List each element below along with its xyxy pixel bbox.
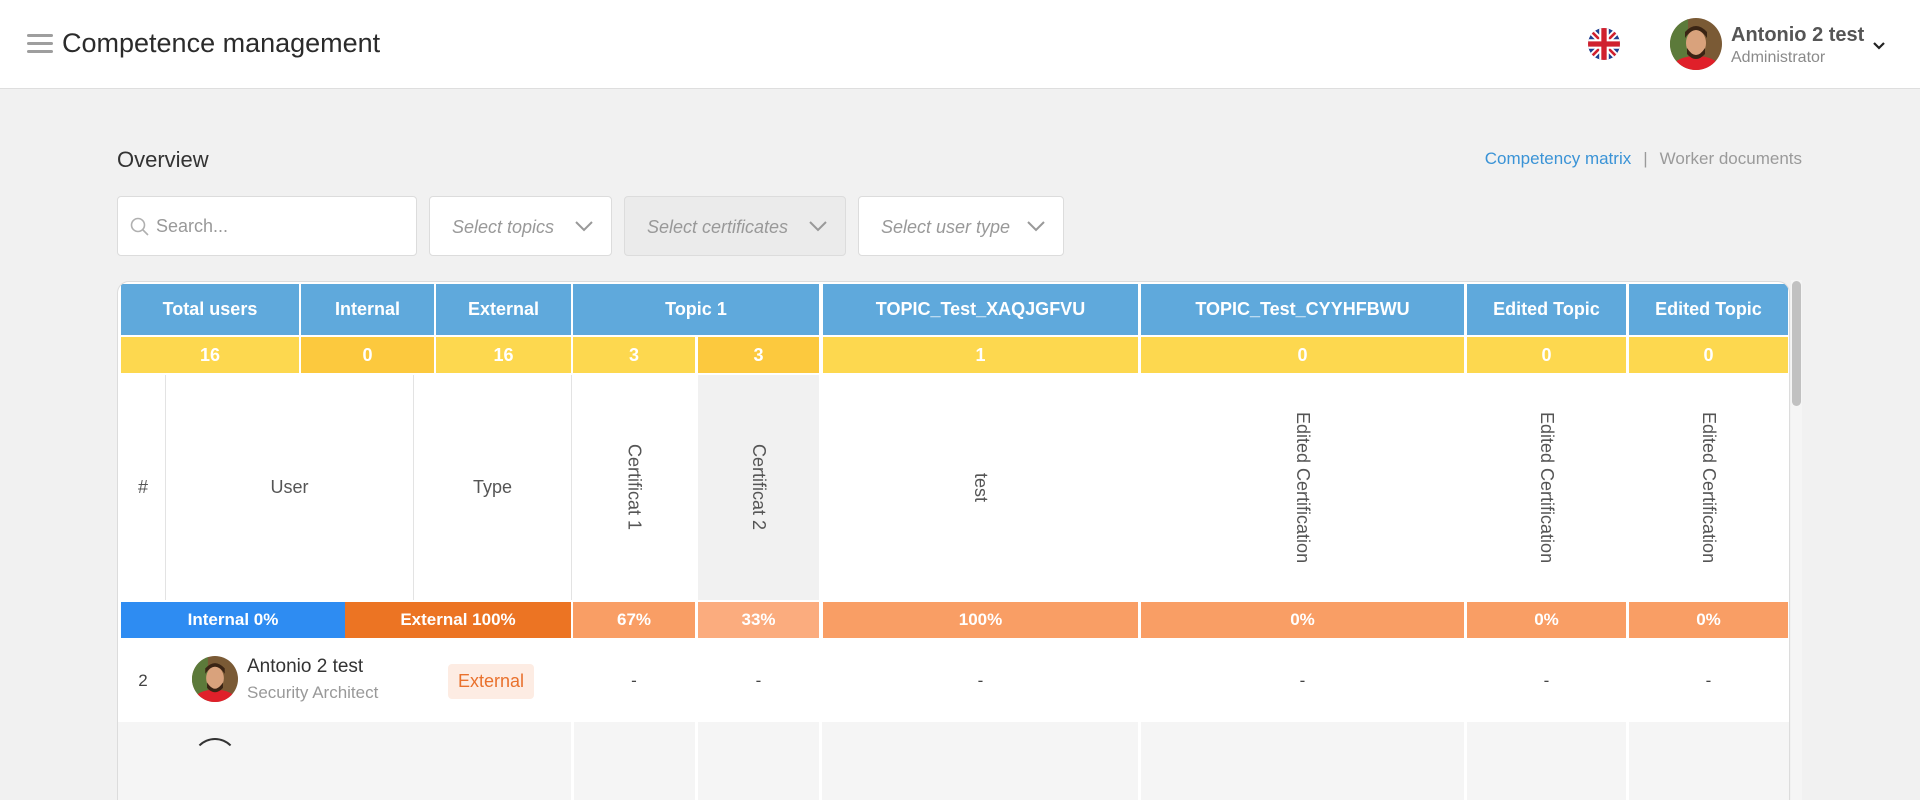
count-external: 16 <box>436 337 571 373</box>
scrollbar-thumb[interactable] <box>1792 281 1801 406</box>
select-user-type-placeholder: Select user type <box>881 217 1011 237</box>
count-edited-cert-1: 0 <box>1141 337 1464 373</box>
user-avatar[interactable] <box>1670 18 1722 70</box>
header-external: External <box>436 284 571 335</box>
user-name-cell[interactable]: Antonio 2 test <box>247 656 363 678</box>
header-edited-topic-2: Edited Topic <box>1629 284 1788 335</box>
header-total-users: Total users <box>121 284 299 335</box>
cell-edited-cert-2[interactable]: - <box>1467 640 1626 722</box>
view-switcher: Competency matrix | Worker documents <box>1485 149 1802 169</box>
certificat-1-label: Certificat 1 <box>624 444 645 531</box>
search-icon <box>130 217 149 236</box>
count-test: 1 <box>823 337 1138 373</box>
column-header-user[interactable]: User <box>166 375 413 600</box>
pct-external: External 100% <box>345 602 571 638</box>
worker-documents-link[interactable]: Worker documents <box>1660 149 1802 168</box>
chevron-down-icon[interactable] <box>1872 38 1886 50</box>
column-header-edited-cert-3[interactable]: Edited Certification <box>1629 375 1788 600</box>
divider <box>1626 722 1629 800</box>
app-title: Competence management <box>62 28 381 58</box>
row-number: 2 <box>138 671 148 690</box>
uk-flag-icon[interactable] <box>1588 28 1620 60</box>
edited-cert-2-label: Edited Certification <box>1537 411 1557 564</box>
divider <box>571 722 574 800</box>
select-user-type-dropdown[interactable]: Select user type <box>858 196 1064 256</box>
column-header-edited-cert-1[interactable]: Edited Certification <box>1141 375 1464 600</box>
test-label: test <box>971 472 991 502</box>
header-edited-topic-1: Edited Topic <box>1467 284 1626 335</box>
cell-edited-cert-1[interactable]: - <box>1141 640 1464 722</box>
chevron-down-icon <box>575 221 593 232</box>
divider <box>819 722 822 800</box>
competency-matrix: Total users Internal External Topic 1 TO… <box>117 281 1790 800</box>
select-topics-dropdown[interactable]: Select topics <box>429 196 612 256</box>
column-header-number[interactable]: # <box>121 375 165 600</box>
count-total-users: 16 <box>121 337 299 373</box>
cell-edited-cert-3[interactable]: - <box>1629 640 1788 722</box>
search-input[interactable] <box>156 197 406 255</box>
count-internal: 0 <box>301 337 434 373</box>
pct-internal: Internal 0% <box>121 602 345 638</box>
column-header-certificat-2[interactable]: Certificat 2 <box>698 375 819 600</box>
count-certificat-1: 3 <box>573 337 695 373</box>
select-certificates-dropdown[interactable]: Select certificates <box>624 196 846 256</box>
select-topics-placeholder: Select topics <box>452 217 555 237</box>
select-certificates-placeholder: Select certificates <box>647 217 789 237</box>
cell-certificat-1[interactable]: - <box>573 640 695 722</box>
divider <box>695 722 698 800</box>
column-header-type[interactable]: Type <box>414 375 571 600</box>
header-topic-cyyhfbwu: TOPIC_Test_CYYHFBWU <box>1141 284 1464 335</box>
user-name[interactable]: Antonio 2 test <box>1731 24 1864 47</box>
pct-edited-cert-1: 0% <box>1141 602 1464 638</box>
cell-certificat-2[interactable]: - <box>698 640 819 722</box>
avatar <box>192 656 238 702</box>
column-header-certificat-1[interactable]: Certificat 1 <box>573 375 695 600</box>
header-topic-1: Topic 1 <box>573 284 819 335</box>
column-header-test[interactable]: test <box>823 375 1138 600</box>
pct-certificat-1: 67% <box>573 602 695 638</box>
cell-test[interactable]: - <box>823 640 1138 722</box>
link-separator: | <box>1643 149 1648 168</box>
matrix-scrollbar[interactable] <box>1791 280 1802 800</box>
divider <box>571 375 572 600</box>
count-edited-cert-2: 0 <box>1467 337 1626 373</box>
header-topic-xaqjgfvu: TOPIC_Test_XAQJGFVU <box>823 284 1138 335</box>
status-badge: External <box>448 664 535 699</box>
pct-certificat-2: 33% <box>698 602 819 638</box>
table-row[interactable]: 2 Antonio 2 test Security Architect Exte… <box>118 640 1789 722</box>
competency-matrix-link[interactable]: Competency matrix <box>1485 149 1631 168</box>
edited-cert-1-label: Edited Certification <box>1293 411 1313 564</box>
table-row[interactable] <box>118 722 1789 800</box>
divider <box>1138 722 1141 800</box>
chevron-down-icon <box>809 221 827 232</box>
user-job-title: Security Architect <box>247 683 379 702</box>
count-edited-cert-3: 0 <box>1629 337 1788 373</box>
edited-cert-3-label: Edited Certification <box>1699 411 1719 564</box>
page-title: Overview <box>117 147 209 172</box>
top-bar: Competence management Antonio 2 test Adm… <box>0 0 1920 89</box>
search-box[interactable] <box>117 196 417 256</box>
header-internal: Internal <box>301 284 434 335</box>
pct-edited-cert-3: 0% <box>1629 602 1788 638</box>
hamburger-menu-icon[interactable] <box>27 34 53 54</box>
avatar <box>192 738 238 784</box>
certificat-2-label: Certificat 2 <box>749 444 769 531</box>
divider <box>1464 722 1467 800</box>
count-certificat-2: 3 <box>698 337 819 373</box>
pct-edited-cert-2: 0% <box>1467 602 1626 638</box>
pct-test: 100% <box>823 602 1138 638</box>
column-header-edited-cert-2[interactable]: Edited Certification <box>1467 375 1626 600</box>
user-role: Administrator <box>1731 49 1826 66</box>
chevron-down-icon <box>1027 221 1045 232</box>
